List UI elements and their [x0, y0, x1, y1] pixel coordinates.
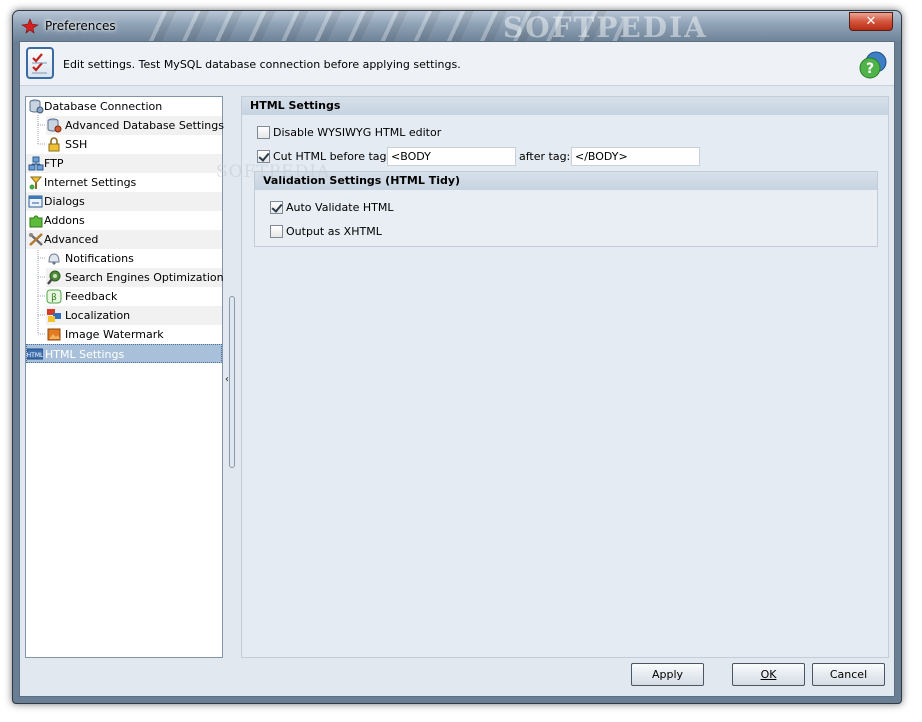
app-icon: [21, 18, 39, 34]
section-title-validation: Validation Settings (HTML Tidy): [255, 172, 877, 190]
tree-item-feedback[interactable]: β Feedback: [46, 287, 222, 306]
tree-item-advanced-database-settings[interactable]: Advanced Database Settings: [46, 116, 224, 135]
tree-item-label: Advanced Database Settings: [65, 119, 224, 132]
tree-item-label: Localization: [65, 309, 131, 322]
database-settings-icon: [47, 118, 62, 133]
tree-item-search-engines-optimization[interactable]: Search Engines Optimization: [46, 268, 224, 287]
lock-icon: [48, 137, 60, 152]
settings-tree[interactable]: Database Connection Advanced Database Se…: [25, 96, 224, 658]
header-description: Edit settings. Test MySQL database conne…: [63, 58, 461, 71]
window-title: Preferences: [45, 19, 116, 33]
flags-icon: [47, 309, 61, 322]
tree-item-label: Database Connection: [44, 100, 163, 113]
tree-item-label: Dialogs: [44, 195, 85, 208]
tree-item-dialogs[interactable]: Dialogs: [26, 192, 222, 211]
collapse-arrow-icon[interactable]: ‹: [225, 374, 229, 385]
tree-item-html-settings[interactable]: HTML HTML Settings: [26, 344, 222, 363]
section-title-html-settings: HTML Settings: [242, 97, 888, 115]
apply-button[interactable]: Apply: [631, 663, 704, 686]
svg-text:?: ?: [866, 61, 874, 77]
tree-item-label: Internet Settings: [44, 176, 137, 189]
auto-validate-label: Auto Validate HTML: [286, 201, 394, 214]
bell-icon: [48, 253, 60, 265]
dialog-header: Edit settings. Test MySQL database conne…: [20, 42, 894, 86]
window-icon: [28, 195, 43, 208]
auto-validate-checkbox[interactable]: [270, 201, 283, 214]
ok-button[interactable]: OK: [732, 663, 805, 686]
disable-wysiwyg-checkbox[interactable]: [257, 126, 270, 139]
validation-settings-group: Validation Settings (HTML Tidy) Auto Val…: [254, 171, 878, 247]
html-icon: HTML: [27, 348, 43, 360]
feedback-icon: β: [46, 289, 62, 304]
html-settings-panel: HTML Settings Disable WYSIWYG HTML edito…: [241, 96, 889, 658]
cancel-button[interactable]: Cancel: [812, 663, 885, 686]
preferences-window: SOFTPEDIA Preferences ✕ Edit settings. T…: [12, 10, 902, 704]
watermark-overlay: SOFTPEDIA: [216, 162, 331, 182]
tree-item-advanced[interactable]: Advanced: [26, 230, 222, 249]
watermark-text: SOFTPEDIA: [503, 11, 708, 44]
disable-wysiwyg-label: Disable WYSIWYG HTML editor: [273, 126, 442, 139]
tree-item-label: Advanced: [44, 233, 99, 246]
close-button[interactable]: ✕: [849, 12, 893, 31]
tree-item-internet-settings[interactable]: Internet Settings: [26, 173, 222, 192]
output-xhtml-checkbox[interactable]: [270, 225, 283, 238]
tree-item-notifications[interactable]: Notifications: [46, 249, 222, 268]
tree-item-label: Image Watermark: [65, 328, 164, 341]
tree-item-addons[interactable]: Addons: [26, 211, 222, 230]
tools-icon: [29, 233, 43, 246]
title-bar[interactable]: SOFTPEDIA Preferences ✕: [13, 11, 901, 44]
after-tag-label: after tag:: [519, 150, 571, 163]
svg-text:β: β: [51, 293, 57, 303]
database-icon: [29, 99, 44, 114]
image-icon: [47, 328, 61, 341]
tree-item-label: HTML Settings: [45, 348, 125, 361]
panel-splitter[interactable]: [229, 296, 235, 468]
puzzle-icon: [29, 215, 43, 228]
tree-item-label: SSH: [65, 138, 88, 151]
cut-before-tag-input[interactable]: <BODY: [387, 147, 516, 166]
checklist-icon: [26, 47, 54, 79]
after-tag-input[interactable]: </BODY>: [571, 147, 700, 166]
tree-item-label: FTP: [44, 157, 64, 170]
output-xhtml-label: Output as XHTML: [286, 225, 382, 238]
tree-item-localization[interactable]: Localization: [46, 306, 222, 325]
tree-item-database-connection[interactable]: Database Connection: [26, 97, 222, 116]
seo-icon: [47, 270, 61, 285]
tree-item-label: Addons: [44, 214, 85, 227]
help-icon[interactable]: ?: [858, 50, 888, 80]
tree-item-label: Search Engines Optimization: [65, 271, 224, 284]
tree-item-ftp[interactable]: FTP: [26, 154, 222, 173]
network-icon: [28, 156, 44, 171]
tree-item-label: Notifications: [65, 252, 134, 265]
svg-text:HTML: HTML: [27, 352, 43, 359]
dialog-client-area: Edit settings. Test MySQL database conne…: [19, 41, 895, 697]
globe-icon: [29, 176, 43, 190]
tree-item-label: Feedback: [65, 290, 118, 303]
tree-item-ssh[interactable]: SSH: [46, 135, 222, 154]
tree-item-image-watermark[interactable]: Image Watermark: [46, 325, 222, 344]
